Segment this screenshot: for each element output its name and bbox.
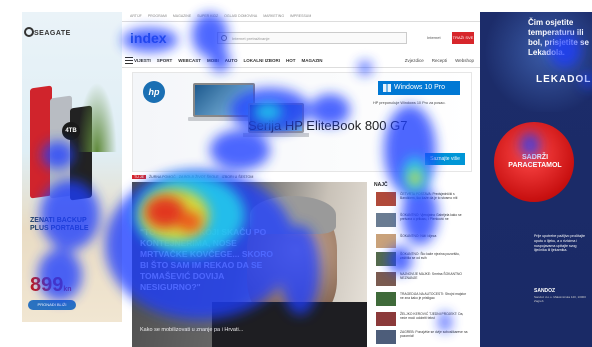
news-thumbnail (376, 252, 396, 266)
headline-strip: TU JE ŽURNA POMOĆ ZA BOLJI ŽIVOT ŠKOLE I… (132, 172, 367, 182)
lekadol-headline: Čim osjetite temperaturu ili bol, prisje… (528, 18, 589, 57)
hot-tag[interactable]: TU JE (132, 175, 146, 179)
lekadol-brand: LEKADOL (536, 74, 592, 85)
nav-right-item[interactable]: Zvjezdice (405, 58, 424, 63)
news-item[interactable]: ŽELJKO KEROVIĆ TJEDNI PROJEKT: Da, neće … (376, 312, 472, 332)
story-caption[interactable]: Kako se mobilizovati u znanje pa i Hrvat… (140, 327, 270, 334)
latest-label: NAJČ (374, 182, 388, 188)
hard-drive-red (30, 85, 52, 199)
story-photo-suit (212, 302, 367, 347)
news-title[interactable]: ŽELJKO KEROVIĆ TJEDNI PROJEKT: Da, neće … (400, 312, 470, 320)
news-item[interactable]: ŠOKANTNO: Što kaže njezina pozorištu, za… (376, 252, 472, 272)
search-icon (221, 35, 227, 41)
strip-item[interactable]: IZBORI U ŠESTOM (222, 175, 254, 179)
nav-item[interactable]: MOBI (207, 58, 219, 63)
lekadol-ad[interactable]: Čim osjetite temperaturu ili bol, prisje… (480, 12, 592, 347)
nav-item[interactable]: AUTO (225, 58, 238, 63)
ad-headline: ZENATI BACKUP PLUS PORTABLE (30, 217, 89, 232)
news-thumbnail (376, 312, 396, 326)
news-thumbnail (376, 213, 396, 227)
seagate-brand: SEAGATE (34, 30, 71, 37)
capacity-badge: 4TB (62, 122, 80, 140)
news-thumbnail (376, 272, 396, 286)
top-nav: ARTIJF PROGRAMI MAGAZINE SUPER KIDZ OGLA… (122, 10, 480, 22)
main-nav: VIJESTI SPORT WEBCAST MOBI AUTO LOKALNI … (122, 54, 480, 68)
topnav-item[interactable]: IMPRESSUM (290, 14, 311, 18)
nav-right: Zvjezdice Recepti Webshop (405, 58, 480, 63)
nav-item[interactable]: HOT (286, 58, 296, 63)
pill-text: SADRŽI PARACETAMOL (508, 154, 562, 169)
windows-tagline: HP preporučuje Windows 10 Pro za posao. (373, 101, 446, 105)
search-input[interactable]: Internet pretraživanje (217, 32, 407, 44)
news-title[interactable]: TRAGEDIJA NA AUTOCESTI: Strojni majstor … (400, 292, 470, 300)
laptop-image (193, 83, 255, 117)
news-item[interactable]: NAJNOVIJE MAJKE: Smrtna ŠOKANTNO NEZNANJ… (376, 272, 472, 292)
strip-item[interactable]: ZA BOLJI ŽIVOT ŠKOLE (179, 175, 219, 179)
main-story[interactable]: "TO SU LJUDI KOJI SKAČU PO KONTEJNERIMA,… (132, 182, 367, 347)
price-value: 899 (30, 274, 64, 296)
news-thumbnail (376, 234, 396, 248)
windows-logo-icon (383, 84, 391, 92)
news-item[interactable]: ČETVRTA POSTAVA: Predsjednički s Bandiće… (376, 192, 472, 212)
topnav-item[interactable]: ARTIJF (130, 14, 142, 18)
news-item[interactable]: ŠOKANTNO: Vjerojatno Gabrijela kako se p… (376, 213, 472, 233)
nav-item[interactable]: WEBCAST (178, 58, 201, 63)
news-thumbnail (376, 330, 396, 344)
hp-cta-button[interactable]: Saznajte više (425, 153, 465, 165)
nav-item[interactable]: VIJESTI (134, 58, 151, 63)
story-headline[interactable]: "TO SU LJUDI KOJI SKAČU PO KONTEJNERIMA,… (140, 227, 280, 293)
news-title[interactable]: ZAGREB: Ponajviše se dvije soboslikareve… (400, 330, 470, 338)
news-title[interactable]: ŠOKANTNO: Što kaže njezina pozorištu, za… (400, 252, 470, 260)
topnav-item[interactable]: MARKETING (263, 14, 284, 18)
seagate-ad[interactable]: SEAGATE 4TB ZENATI BACKUP PLUS PORTABLE … (22, 12, 122, 322)
news-site: ARTIJF PROGRAMI MAGAZINE SUPER KIDZ OGLA… (122, 10, 480, 347)
hp-logo: hp (143, 81, 165, 103)
hard-drive-silver (50, 95, 72, 199)
hp-banner-ad[interactable]: hp Windows 10 Pro HP preporučuje Windows… (132, 72, 472, 172)
ad-cta-button[interactable]: PRONAĐI BLIŽI (28, 300, 76, 310)
topnav-item[interactable]: SUPER KIDZ (197, 14, 218, 18)
nav-right-item[interactable]: Webshop (455, 58, 474, 63)
topnav-item[interactable]: OGLASI DOMOVINA (224, 14, 257, 18)
topnav-item[interactable]: PROGRAMI (148, 14, 167, 18)
nav-item[interactable]: MAGAZIN (301, 58, 322, 63)
news-item[interactable]: TRAGEDIJA NA AUTOCESTI: Strojni majstor … (376, 292, 472, 312)
search-row: index Internet pretraživanje Internet TR… (122, 30, 480, 50)
nav-item[interactable]: SPORT (157, 58, 173, 63)
palm-decoration (77, 82, 117, 152)
news-thumbnail (376, 192, 396, 206)
nav-right-item[interactable]: Recepti (432, 58, 447, 63)
laptop-base (243, 133, 309, 137)
search-button[interactable]: TRAŽI SVE (452, 32, 474, 44)
seagate-logo-icon (24, 27, 34, 37)
news-thumbnail (376, 292, 396, 306)
news-title[interactable]: NAJNOVIJE MAJKE: Smrtna ŠOKANTNO NEZNANJ… (400, 272, 470, 280)
price-unit: kn (63, 286, 72, 293)
ad-price: 899kn (30, 274, 72, 297)
news-title[interactable]: ŠOKANTNO: Vjerojatno Gabrijela kako se p… (400, 213, 470, 221)
company-address: Sandoz d.o.o. Maksimirska 120, 10000 Zag… (534, 295, 586, 303)
nav-item[interactable]: LOKALNI IZBORI (243, 58, 280, 63)
sandoz-logo: SANDOZ (534, 288, 556, 294)
news-item[interactable]: ZAGREB: Ponajviše se dvije soboslikareve… (376, 330, 472, 347)
news-title[interactable]: ŠOKANTNO: Niži i djeca (400, 234, 470, 238)
heatmap-screenshot: SEAGATE 4TB ZENATI BACKUP PLUS PORTABLE … (0, 0, 592, 347)
news-title[interactable]: ČETVRTA POSTAVA: Predsjednički s Bandiće… (400, 192, 470, 200)
medical-warning: Prije upotrebe pažljivo pročitajte uputu… (534, 234, 585, 253)
hp-banner-title: Serija HP EliteBook 800 G7 (248, 118, 408, 133)
search-scope-label[interactable]: Internet (427, 35, 441, 40)
news-item[interactable]: ŠOKANTNO: Niži i djeca (376, 234, 472, 254)
site-logo[interactable]: index (130, 30, 167, 46)
topnav-item[interactable]: MAGAZINE (173, 14, 191, 18)
strip-item[interactable]: ŽURNA POMOĆ (149, 175, 176, 179)
